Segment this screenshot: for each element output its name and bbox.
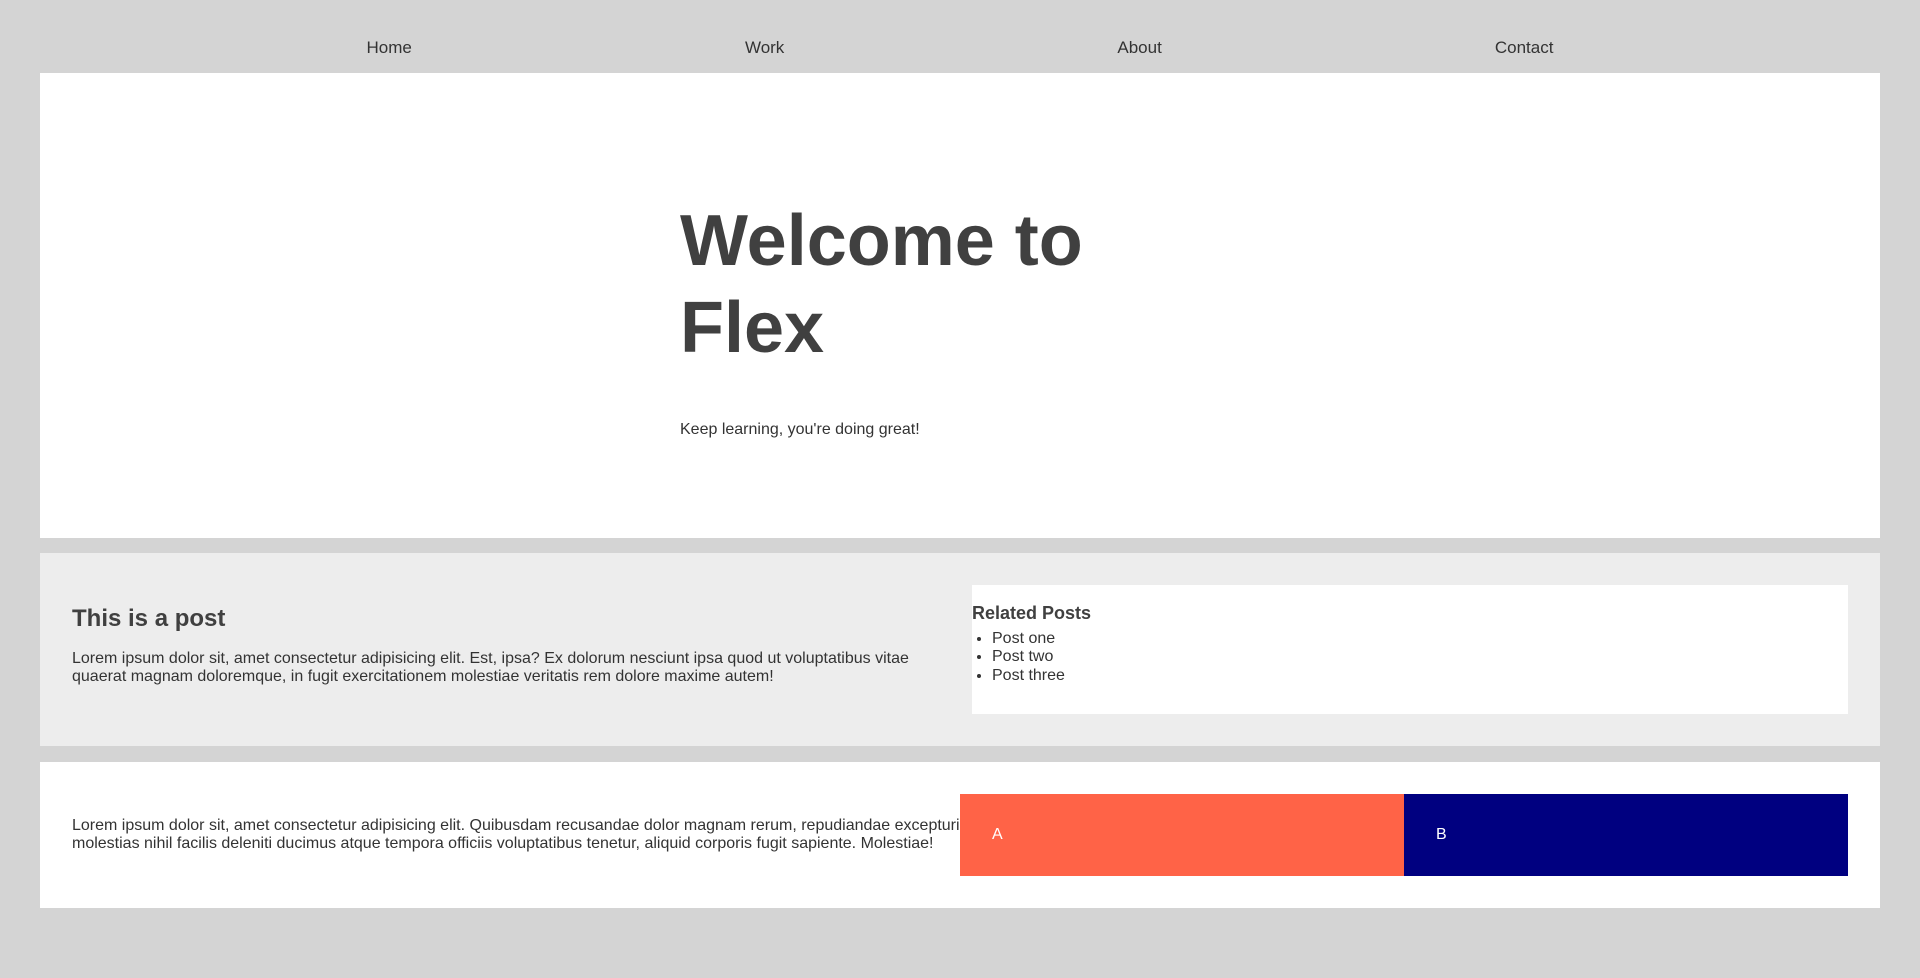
hero-content: Welcome to Flex Keep learning, you're do… [680,172,1184,439]
nav-home-link[interactable]: Home [367,38,412,58]
post-article: This is a post Lorem ipsum dolor sit, am… [72,585,972,714]
list-item: Post one [992,630,1848,648]
box-a: A [960,794,1404,876]
page: Home Work About Contact Welcome to Flex … [0,0,1920,978]
nav-work-link[interactable]: Work [745,38,784,58]
post-title: This is a post [72,605,226,632]
nav-contact-link[interactable]: Contact [1495,38,1554,58]
bottom-section: Lorem ipsum dolor sit, amet consectetur … [40,762,1880,908]
list-item: Post three [992,667,1848,685]
bottom-text-container: Lorem ipsum dolor sit, amet consectetur … [72,794,960,876]
color-boxes: A B [960,794,1848,876]
list-item: Post two [992,648,1848,666]
hero-title: Welcome to Flex [680,201,1083,368]
post-section: This is a post Lorem ipsum dolor sit, am… [40,553,1880,746]
main-nav: Home Work About Contact [40,0,1880,73]
related-posts-title: Related Posts [972,603,1092,623]
post-body: Lorem ipsum dolor sit, amet consectetur … [72,650,909,686]
bottom-body: Lorem ipsum dolor sit, amet consectetur … [72,816,960,852]
hero-section: Welcome to Flex Keep learning, you're do… [40,73,1880,538]
hero-subtitle: Keep learning, you're doing great! [680,420,920,438]
related-posts-list: Post one Post two Post three [972,630,1848,685]
nav-about-link[interactable]: About [1117,38,1161,58]
box-b: B [1404,794,1848,876]
related-posts-panel: Related Posts Post one Post two Post thr… [972,585,1848,714]
